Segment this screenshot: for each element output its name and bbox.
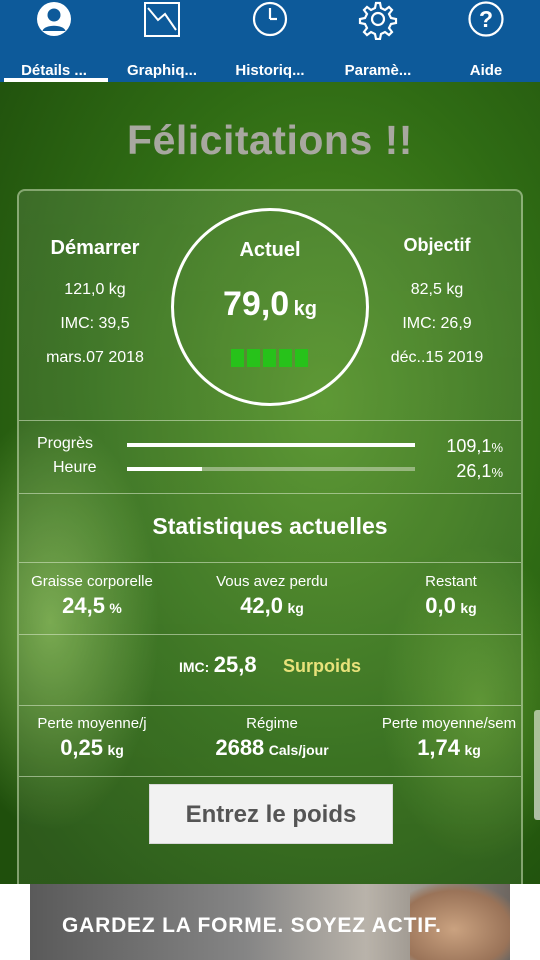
progress-label: Progrès [37,435,94,452]
clock-icon [252,1,288,37]
tab-history[interactable]: Historiq... [216,0,324,82]
time-bar [127,467,415,471]
level-block [247,349,260,367]
page-title: Félicitations !! [127,117,413,163]
level-block [231,349,244,367]
start-weight: 121,0 kg [64,281,126,298]
tab-charts[interactable]: Graphiq... [108,0,216,82]
tab-settings-label: Paramè... [344,62,412,79]
time-value: 26,1 [456,461,492,481]
current-label: Actuel [239,239,301,261]
goal-label: Objectif [403,235,471,255]
progress-value: 109,1 [446,436,492,456]
bmi-value: 25,8 [213,652,257,677]
help-icon: ? [468,1,504,37]
progress-unit: % [491,440,503,455]
ad-banner[interactable]: GARDEZ LA FORME. SOYEZ ACTIF. [30,884,510,960]
level-block [263,349,276,367]
lost: 42,0 kg [189,593,355,619]
avg-week-unit: kg [464,742,481,758]
bmi-label: IMC: [178,659,210,675]
tab-history-label: Historiq... [235,62,305,79]
tab-details[interactable]: Détails ... [0,0,108,82]
divider [19,705,521,706]
diet-unit: Cals/jour [268,742,329,758]
lost-value: 42,0 [240,593,284,618]
remaining: 0,0 kg [389,593,513,619]
body-fat-value: 24,5 [62,593,105,618]
divider [19,634,521,635]
lost-label: Vous avez perdu [216,573,328,590]
goal-weight: 82,5 kg [410,281,464,298]
chart-icon [144,2,180,37]
time-bar-fill [127,467,203,471]
avg-day-label: Perte moyenne/j [37,715,147,732]
user-icon [37,2,71,36]
current-level-blocks [231,349,308,367]
details-screen: Félicitations !! Démarrer 121,0 kg IMC: … [0,82,540,884]
ad-text: GARDEZ LA FORME. SOYEZ ACTIF. [62,914,442,937]
edge-scroll-handle[interactable] [534,710,540,820]
stats-heading: Statistiques actuelles [152,513,388,539]
progress-bar [127,443,415,447]
summary-card: Démarrer 121,0 kg IMC: 39,5 mars.07 2018… [17,189,523,884]
bmi-summary: IMC: 25,8 Surpoids [19,652,521,678]
diet-label: Régime [246,715,298,732]
current-weight-value: 79,0 [223,285,290,323]
bmi-category: Surpoids [283,656,362,676]
avg-day: 0,25 kg [19,735,165,761]
gear-icon [358,1,398,40]
avg-day-unit: kg [107,742,124,758]
avg-week-value: 1,74 [417,735,461,760]
diet-value: 2688 [215,735,265,760]
tab-details-label: Détails ... [21,62,87,79]
current-weight: 79,0 kg [174,285,366,324]
remaining-unit: kg [460,600,477,616]
progress-bar-fill [127,443,415,447]
level-block [279,349,292,367]
enter-weight-button[interactable]: Entrez le poids [149,784,393,844]
tab-help[interactable]: ? Aide [432,0,540,82]
time-unit: % [491,465,503,480]
diet: 2688 Cals/jour [189,735,355,761]
goal-date: déc..15 2019 [390,349,484,366]
divider [19,562,521,563]
body-fat-unit: % [109,600,122,616]
start-bmi: IMC: 39,5 [60,315,130,332]
avg-day-value: 0,25 [60,735,104,760]
level-block [295,349,308,367]
svg-text:?: ? [479,6,493,32]
lost-unit: kg [287,600,304,616]
current-weight-circle: Actuel 79,0 kg [171,208,369,406]
progress-percent: 109,1% [433,436,503,457]
time-percent: 26,1% [433,461,503,482]
remaining-value: 0,0 [425,593,456,618]
divider [19,420,521,421]
body-fat: 24,5 % [19,593,165,619]
avg-week-label: Perte moyenne/sem [381,715,517,732]
current-weight-unit: kg [293,298,317,320]
tab-settings[interactable]: Paramè... [324,0,432,82]
body-fat-label: Graisse corporelle [31,573,153,590]
tab-charts-label: Graphiq... [126,62,197,79]
start-label: Démarrer [50,237,140,259]
divider [19,493,521,494]
time-label: Heure [53,459,97,476]
tab-help-label: Aide [469,62,503,79]
remaining-label: Restant [425,573,477,590]
goal-bmi: IMC: 26,9 [402,315,472,332]
start-date: mars.07 2018 [46,349,144,366]
avg-week: 1,74 kg [371,735,527,761]
top-nav: Détails ... Graphiq... Historiq... Param… [0,0,540,82]
divider [19,776,521,777]
